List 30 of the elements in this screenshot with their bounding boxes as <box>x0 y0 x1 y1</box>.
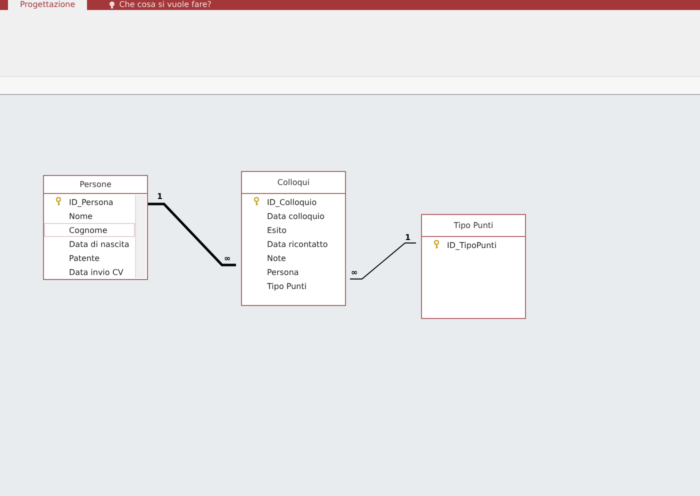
table-title: Persone <box>44 176 147 194</box>
field-item[interactable]: Patente <box>44 251 135 265</box>
table-window[interactable]: Persone ID_Persona Nome Cognome Data di nascita Patente Data invio CV <box>43 175 148 280</box>
ribbon-tab[interactable]: Progettazione <box>8 0 88 10</box>
field-item[interactable]: Note <box>242 251 345 265</box>
cardinality-label: ∞ <box>351 269 358 277</box>
field-item[interactable]: ID_Colloquio <box>242 195 345 209</box>
field-item[interactable]: Tipo Punti <box>242 279 345 293</box>
field-item[interactable]: Data colloquio <box>242 209 345 223</box>
lightbulb-icon <box>109 1 116 9</box>
table-window[interactable]: Tipo Punti ID_TipoPunti <box>421 214 526 319</box>
field-item[interactable]: Data ricontatto <box>242 237 345 251</box>
field-item[interactable]: Persona <box>242 265 345 279</box>
cardinality-label: ∞ <box>224 255 231 263</box>
scrollbar[interactable] <box>135 195 146 278</box>
field-item[interactable]: Cognome <box>44 223 135 237</box>
field-item[interactable]: Data invio CV <box>44 265 135 279</box>
field-item[interactable]: Nome <box>44 209 135 223</box>
relationship-line[interactable] <box>148 202 236 266</box>
cardinality-label: 1 <box>405 234 411 242</box>
field-item[interactable]: ID_TipoPunti <box>422 238 525 252</box>
field-item[interactable]: ID_Persona <box>44 195 135 209</box>
table-window[interactable]: Colloqui ID_Colloquio Data colloquio Esito Data ricontatto Note Persona Tipo Punti <box>241 171 346 306</box>
relationship-line[interactable] <box>350 242 416 280</box>
cardinality-label: 1 <box>157 193 163 201</box>
field-item[interactable]: Esito <box>242 223 345 237</box>
field-item[interactable]: Data di nascita <box>44 237 135 251</box>
table-title: Colloqui <box>242 172 345 194</box>
ribbon-tab[interactable]: Che cosa si vuole fare? <box>97 0 224 10</box>
table-title: Tipo Punti <box>422 215 525 237</box>
